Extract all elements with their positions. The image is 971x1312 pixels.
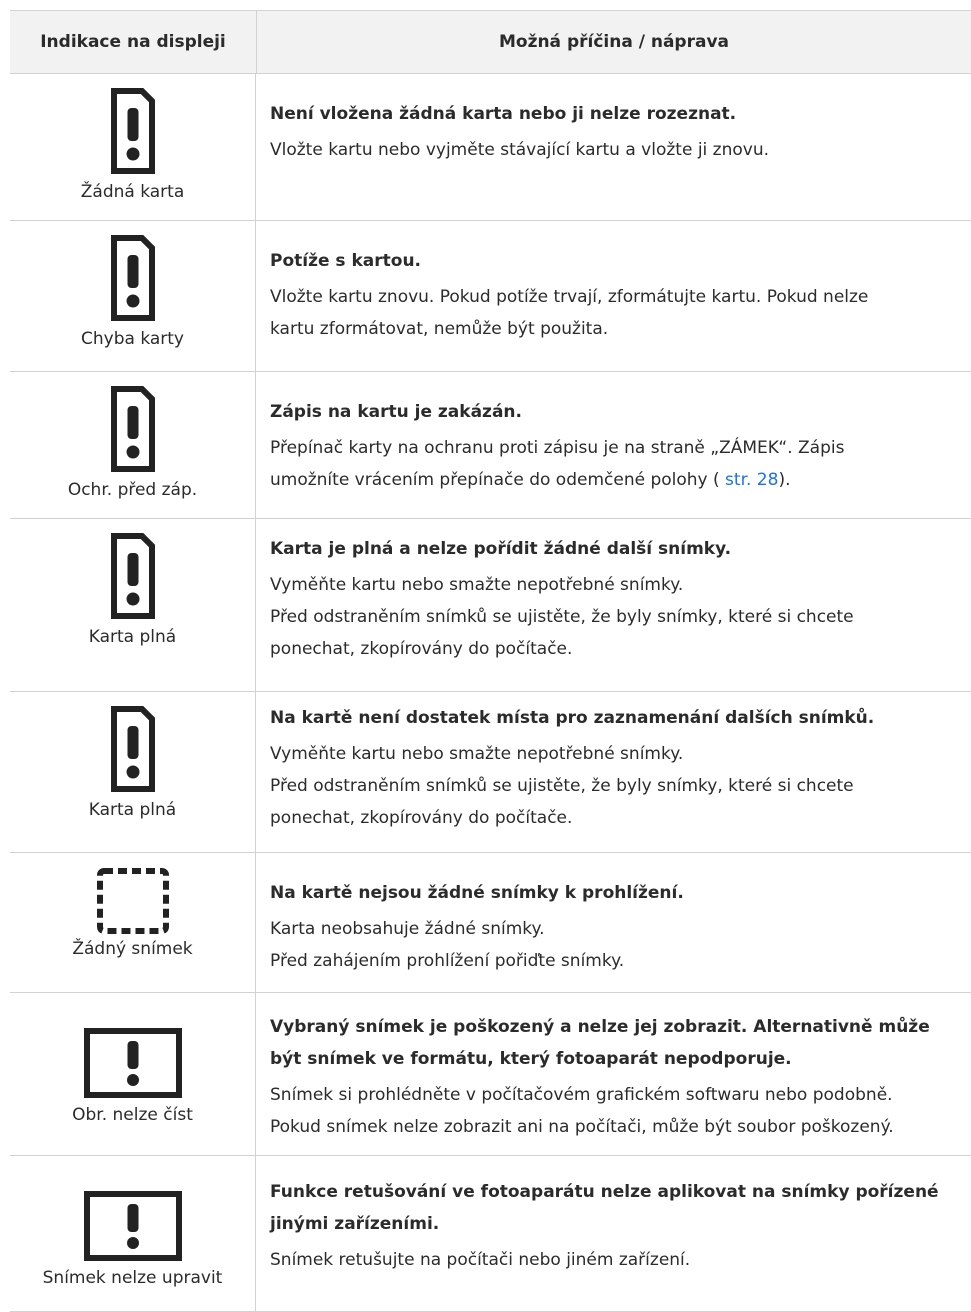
indication-cell: Obr. nelze číst	[10, 993, 256, 1155]
indication-cell: Snímek nelze upravit	[10, 1156, 256, 1311]
indication-label: Ochr. před záp.	[67, 480, 198, 500]
page-reference-link[interactable]: str. 28	[725, 470, 778, 490]
indication-cell: Žádný snímek	[10, 853, 256, 992]
cause-title-line: jinými zařízeními.	[270, 1214, 440, 1234]
table-row: Karta plná Na kartě není dostatek místa …	[10, 692, 971, 853]
remedy-text: Vyměňte kartu nebo smažte nepotřebné sní…	[270, 738, 963, 834]
indication-label: Obr. nelze číst	[72, 1105, 193, 1125]
cause-title-line: Vybraný snímek je poškozený a nelze jej …	[270, 1017, 930, 1037]
cause-title: Zápis na kartu je zakázán.	[270, 402, 522, 422]
table-row: Snímek nelze upravit Funkce retušování v…	[10, 1156, 971, 1312]
indication-label: Karta plná	[88, 627, 177, 647]
table-header: Indikace na displeji Možná příčina / náp…	[10, 10, 971, 74]
indication-cell: Karta plná	[10, 519, 256, 691]
indication-cell: Žádná karta	[10, 74, 256, 220]
card-warning-icon	[110, 386, 155, 472]
remedy-text-part: ).	[778, 470, 791, 490]
remedy-text: Vložte kartu nebo vyjměte stávající kart…	[270, 134, 963, 166]
table-row: Karta plná Karta je plná a nelze pořídit…	[10, 519, 971, 692]
remedy-text: Karta neobsahuje žádné snímky. Před zahá…	[270, 913, 963, 977]
indication-cell: Chyba karty	[10, 221, 256, 371]
card-warning-icon	[110, 235, 155, 321]
remedy-line: Snímek si prohlédněte v počítačovém graf…	[270, 1085, 893, 1105]
cause-cell: Zápis na kartu je zakázán. Přepínač kart…	[256, 372, 971, 518]
remedy-text-part: umožníte vrácením přepínače do odemčené …	[270, 470, 726, 490]
remedy-text: Vložte kartu znovu. Pokud potíže trvají,…	[270, 281, 963, 345]
remedy-line: Vyměňte kartu nebo smažte nepotřebné sní…	[270, 575, 684, 595]
remedy-text: Snímek retušujte na počítači nebo jiném …	[270, 1244, 963, 1276]
card-warning-icon	[110, 533, 155, 619]
header-cause-remedy: Možná příčina / náprava	[498, 32, 730, 52]
card-warning-icon	[110, 706, 155, 792]
remedy-line: ponechat, zkopírovány do počítače.	[270, 808, 573, 828]
cause-title: Na kartě nejsou žádné snímky k prohlížen…	[270, 883, 684, 903]
cause-title: Na kartě není dostatek místa pro zazname…	[270, 708, 875, 728]
indication-label: Chyba karty	[81, 329, 184, 349]
remedy-line: Karta neobsahuje žádné snímky.	[270, 919, 545, 939]
remedy-line: ponechat, zkopírovány do počítače.	[270, 639, 573, 659]
indication-cell: Karta plná	[10, 692, 256, 852]
cause-cell: Potíže s kartou. Vložte kartu znovu. Pok…	[256, 221, 971, 371]
cause-title: Není vložena žádná karta nebo ji nelze r…	[270, 104, 737, 124]
remedy-line: Před odstraněním snímků se ujistěte, že …	[270, 607, 854, 627]
remedy-line: Před odstraněním snímků se ujistěte, že …	[270, 776, 854, 796]
cause-cell: Na kartě nejsou žádné snímky k prohlížen…	[256, 853, 971, 992]
cause-cell: Není vložena žádná karta nebo ji nelze r…	[256, 74, 971, 220]
cause-title: Vybraný snímek je poškozený a nelze jej …	[270, 1011, 963, 1075]
cause-cell: Funkce retušování ve fotoaparátu nelze a…	[256, 1156, 971, 1311]
indication-label: Žádná karta	[80, 182, 185, 202]
no-image-icon	[96, 868, 169, 934]
remedy-line: Vyměňte kartu nebo smažte nepotřebné sní…	[270, 744, 684, 764]
remedy-text: Přepínač karty na ochranu proti zápisu j…	[270, 432, 963, 496]
table-row: Žádný snímek Na kartě nejsou žádné snímk…	[10, 853, 971, 993]
remedy-line: Pokud snímek nelze zobrazit ani na počít…	[270, 1117, 894, 1137]
table-row: Obr. nelze číst Vybraný snímek je poškoz…	[10, 993, 971, 1156]
cause-title: Funkce retušování ve fotoaparátu nelze a…	[270, 1176, 963, 1240]
card-warning-icon	[110, 88, 155, 174]
indication-label: Snímek nelze upravit	[42, 1268, 223, 1288]
error-table: Indikace na displeji Možná příčina / náp…	[10, 10, 971, 1312]
remedy-line: Vložte kartu znovu. Pokud potíže trvají,…	[270, 287, 869, 307]
indication-label: Žádný snímek	[72, 939, 193, 959]
image-warning-icon	[83, 1028, 182, 1098]
cause-cell: Na kartě není dostatek místa pro zazname…	[256, 692, 971, 852]
remedy-text: Vyměňte kartu nebo smažte nepotřebné sní…	[270, 569, 963, 665]
cause-title-line: být snímek ve formátu, který fotoaparát …	[270, 1049, 792, 1069]
cause-cell: Karta je plná a nelze pořídit žádné dalš…	[256, 519, 971, 691]
header-indication: Indikace na displeji	[10, 11, 257, 73]
cause-cell: Vybraný snímek je poškozený a nelze jej …	[256, 993, 971, 1155]
remedy-text: Snímek si prohlédněte v počítačovém graf…	[270, 1079, 963, 1143]
remedy-line: Vložte kartu nebo vyjměte stávající kart…	[270, 140, 770, 160]
remedy-line: umožníte vrácením přepínače do odemčené …	[270, 464, 963, 496]
image-warning-icon	[83, 1191, 182, 1261]
indication-label: Karta plná	[88, 800, 177, 820]
remedy-line: Před zahájením prohlížení pořiďte snímky…	[270, 951, 625, 971]
table-row: Ochr. před záp. Zápis na kartu je zakázá…	[10, 372, 971, 519]
table-row: Žádná karta Není vložena žádná karta neb…	[10, 74, 971, 221]
remedy-line: Snímek retušujte na počítači nebo jiném …	[270, 1250, 691, 1270]
cause-title: Karta je plná a nelze pořídit žádné dalš…	[270, 539, 732, 559]
remedy-line: kartu zformátovat, nemůže být použita.	[270, 319, 609, 339]
remedy-line: Přepínač karty na ochranu proti zápisu j…	[270, 438, 845, 458]
table-row: Chyba karty Potíže s kartou. Vložte kart…	[10, 221, 971, 372]
cause-title-line: Funkce retušování ve fotoaparátu nelze a…	[270, 1182, 939, 1202]
indication-cell: Ochr. před záp.	[10, 372, 256, 518]
cause-title: Potíže s kartou.	[270, 251, 421, 271]
